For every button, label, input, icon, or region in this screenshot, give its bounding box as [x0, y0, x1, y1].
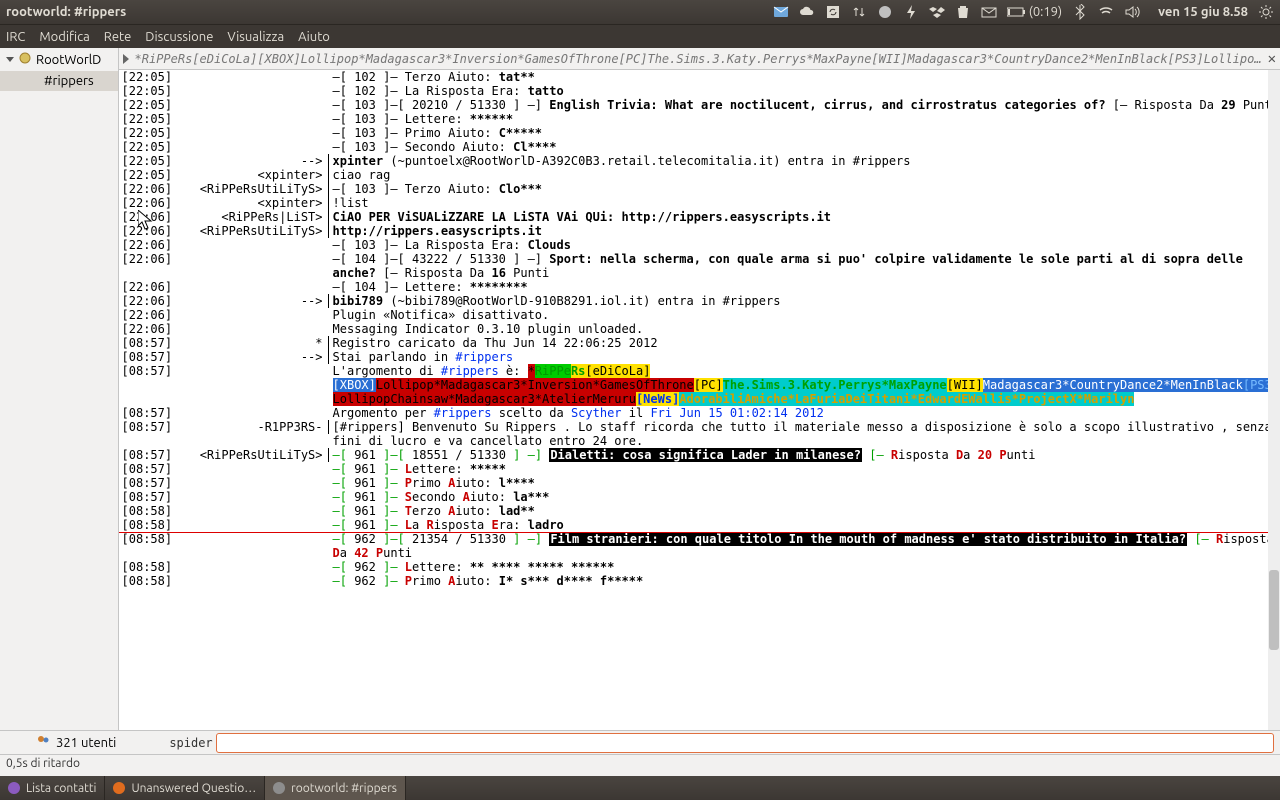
- channel-label: #rippers: [44, 74, 94, 88]
- log-line: [22:05]-->xpinter (~puntoelx@RootWorlD-A…: [119, 154, 1280, 168]
- log-line: [22:06]-->bibi789 (~bibi789@RootWorlD-91…: [119, 294, 1280, 308]
- network-label: RootWorlD: [36, 53, 101, 67]
- log-line: [22:05]—[ 103 ]—[ 20210 / 51330 ] —] Eng…: [119, 98, 1280, 112]
- log-line: [22:05]<xpinter>ciao rag: [119, 168, 1280, 182]
- log-line: [08:57]<RiPPeRsUtiLiTyS>—[ 961 ]—[ 18551…: [119, 448, 1280, 462]
- clock[interactable]: ven 15 giu 8.58: [1158, 5, 1248, 19]
- log-line: [08:57]—[ 961 ]— Primo Aiuto: l****: [119, 476, 1280, 490]
- log-line: [22:05]—[ 103 ]— Secondo Aiuto: Cl****: [119, 140, 1280, 154]
- log-line: [08:57]Argomento per #rippers scelto da …: [119, 406, 1280, 420]
- channel-topic[interactable]: *RiPPeRs[eDiCoLa][XBOX]Lollipop*Madagasc…: [135, 52, 1262, 66]
- app-icon: [273, 782, 285, 794]
- app-icon: [113, 782, 125, 794]
- envelope-icon[interactable]: [981, 4, 997, 20]
- cloud-icon[interactable]: [799, 4, 815, 20]
- log-line: [22:06]—[ 104 ]— Lettere: ********: [119, 280, 1280, 294]
- scrollbar[interactable]: [1268, 70, 1280, 730]
- channel-node[interactable]: #rippers: [0, 71, 118, 91]
- users-icon: [36, 734, 50, 751]
- wifi-icon[interactable]: [1098, 4, 1114, 20]
- trash-icon[interactable]: [955, 4, 971, 20]
- mail-indicator-icon[interactable]: [773, 4, 789, 20]
- status-circle-icon[interactable]: [877, 4, 893, 20]
- log-line: [08:58]—[ 962 ]—[ 21354 / 51330 ] —] Fil…: [119, 532, 1280, 560]
- log-line: [22:06]—[ 103 ]— La Risposta Era: Clouds: [119, 238, 1280, 252]
- own-nick[interactable]: spider: [166, 736, 216, 750]
- log-line: [22:06]Plugin «Notifica» disattivato.: [119, 308, 1280, 322]
- topic-expand-icon[interactable]: [123, 54, 129, 64]
- updown-icon[interactable]: [851, 4, 867, 20]
- input-bar: 321 utenti spider: [0, 730, 1280, 754]
- log-line: [08:57]—[ 961 ]— Lettere: *****: [119, 462, 1280, 476]
- dropbox-icon[interactable]: [929, 4, 945, 20]
- menu-rete[interactable]: Rete: [104, 30, 132, 44]
- log-line: [08:58]—[ 962 ]— Primo Aiuto: I* s*** d*…: [119, 574, 1280, 588]
- indicator-area: (0:19) ven 15 giu 8.58: [773, 4, 1274, 20]
- power-icon[interactable]: [903, 4, 919, 20]
- log-line: [22:05]—[ 102 ]— La Risposta Era: tatto: [119, 84, 1280, 98]
- user-count[interactable]: 321 utenti: [0, 734, 166, 751]
- log-line: [22:06]<RiPPeRsUtiLiTyS>http://rippers.e…: [119, 224, 1280, 238]
- log-line: [08:58]—[ 962 ]— Lettere: ** **** ***** …: [119, 560, 1280, 574]
- log-line: [08:57]-R1PP3RS-[#rippers] Benvenuto Su …: [119, 420, 1280, 448]
- bluetooth-icon[interactable]: [1072, 4, 1088, 20]
- log-line: [22:06]<RiPPeRsUtiLiTyS>—[ 103 ]— Terzo …: [119, 182, 1280, 196]
- chat-log: [22:05]—[ 102 ]— Terzo Aiuto: tat**[22:0…: [119, 70, 1280, 730]
- task-browser[interactable]: Unanswered Questio…: [105, 776, 265, 800]
- task-contacts[interactable]: Lista contatti: [0, 776, 105, 800]
- log-line: [22:06]<xpinter>!list: [119, 196, 1280, 210]
- log-line: [08:57]L'argomento di #rippers è: *RiPPe…: [119, 364, 1280, 406]
- log-line: [08:58]—[ 961 ]— Terzo Aiuto: lad**: [119, 504, 1280, 518]
- battery-icon[interactable]: (0:19): [1007, 5, 1062, 19]
- app-icon: [8, 782, 20, 794]
- tree-expand-icon[interactable]: [6, 57, 14, 62]
- menu-aiuto[interactable]: Aiuto: [298, 30, 330, 44]
- log-line: [22:05]—[ 102 ]— Terzo Aiuto: tat**: [119, 70, 1280, 84]
- log-line: [22:06]Messaging Indicator 0.3.10 plugin…: [119, 322, 1280, 336]
- close-icon[interactable]: ✕: [1268, 51, 1276, 67]
- log-line: [22:06]—[ 104 ]—[ 43222 / 51330 ] —] Spo…: [119, 252, 1280, 280]
- log-line: [08:57]-->Stai parlando in #rippers: [119, 350, 1280, 364]
- menu-irc[interactable]: IRC: [6, 30, 25, 44]
- menu-discussione[interactable]: Discussione: [145, 30, 213, 44]
- topic-bar: *RiPPeRs[eDiCoLa][XBOX]Lollipop*Madagasc…: [119, 48, 1280, 70]
- channel-tree: RootWorlD #rippers: [0, 48, 119, 730]
- menu-modifica[interactable]: Modifica: [39, 30, 89, 44]
- taskbar: Lista contatti Unanswered Questio… rootw…: [0, 776, 1280, 800]
- status-bar: 0,5s di ritardo: [0, 754, 1280, 776]
- menu-visualizza[interactable]: Visualizza: [227, 30, 284, 44]
- message-input[interactable]: [216, 733, 1274, 753]
- log-line: [08:58]—[ 961 ]— La Risposta Era: ladro: [119, 518, 1280, 532]
- task-xchat[interactable]: rootworld: #rippers: [265, 776, 406, 800]
- log-line: [22:06]<RiPPeRs|LiST>CiAO PER ViSUALiZZA…: [119, 210, 1280, 224]
- gear-icon[interactable]: [1258, 4, 1274, 20]
- log-line: [22:05]—[ 103 ]— Primo Aiuto: C*****: [119, 126, 1280, 140]
- scrollbar-thumb[interactable]: [1269, 570, 1279, 650]
- sync-square-icon[interactable]: [825, 4, 841, 20]
- volume-icon[interactable]: [1124, 4, 1140, 20]
- app-menubar: IRC Modifica Rete Discussione Visualizza…: [0, 24, 1280, 48]
- network-node[interactable]: RootWorlD: [0, 48, 118, 71]
- log-line: [22:05]—[ 103 ]— Lettere: ******: [119, 112, 1280, 126]
- network-icon: [18, 51, 32, 68]
- log-line: [08:57]*Registro caricato da Thu Jun 14 …: [119, 336, 1280, 350]
- window-title: rootworld: #rippers: [6, 5, 126, 19]
- top-panel: rootworld: #rippers (0:19) ven 15 giu 8.…: [0, 0, 1280, 24]
- log-line: [08:57]—[ 961 ]— Secondo Aiuto: la***: [119, 490, 1280, 504]
